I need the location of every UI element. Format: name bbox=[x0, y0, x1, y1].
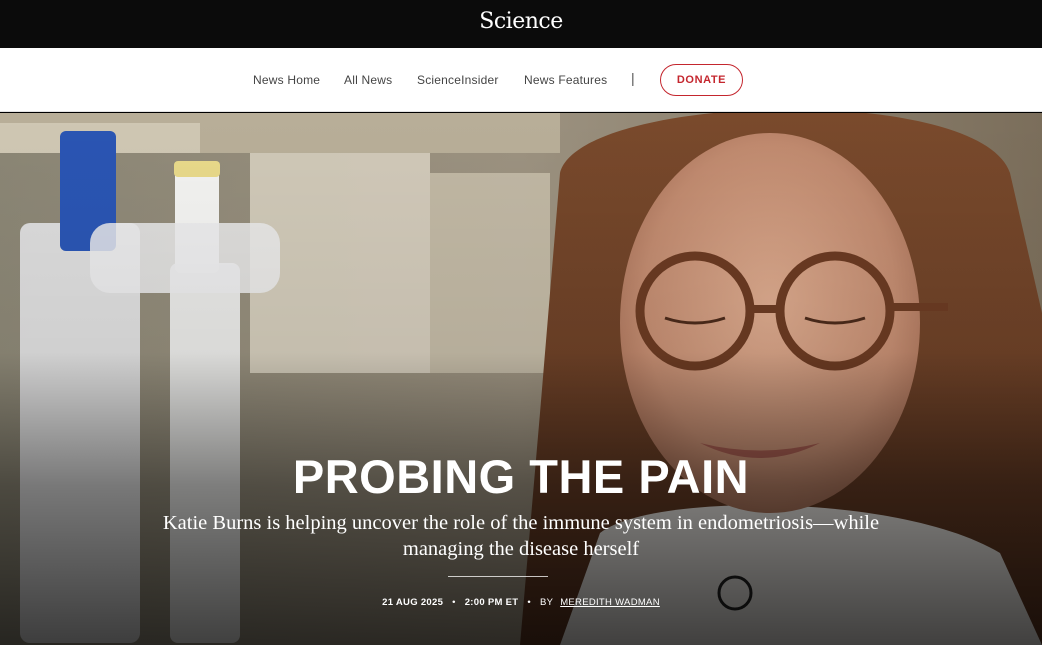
hero-section: PROBING THE PAIN Katie Burns is helping … bbox=[0, 113, 1042, 645]
byline-dot: • bbox=[452, 597, 456, 608]
nav-all-news[interactable]: All News bbox=[344, 73, 392, 87]
nav-news-features[interactable]: News Features bbox=[524, 73, 607, 87]
nav-scienceinsider[interactable]: ScienceInsider bbox=[417, 73, 499, 87]
nav-news-home[interactable]: News Home bbox=[253, 73, 320, 87]
science-logo[interactable]: Science bbox=[479, 9, 563, 34]
article-time: 2:00 PM ET bbox=[464, 597, 519, 608]
site-header: Science bbox=[0, 0, 1042, 48]
article-byline: 21 AUG 2025 • 2:00 PM ET • BY MEREDITH W… bbox=[0, 597, 1042, 608]
donate-button[interactable]: DONATE bbox=[660, 64, 743, 96]
nav-separator: | bbox=[631, 70, 635, 86]
hero-gradient-overlay bbox=[0, 113, 1042, 645]
article-headline: PROBING THE PAIN bbox=[292, 450, 750, 503]
article-date: 21 AUG 2025 bbox=[382, 597, 444, 608]
article-dek: Katie Burns is helping uncover the role … bbox=[162, 512, 880, 560]
byline-dot: • bbox=[527, 597, 531, 608]
headline-divider bbox=[448, 576, 548, 577]
author-link[interactable]: MEREDITH WADMAN bbox=[560, 597, 660, 608]
news-nav: News Home All News ScienceInsider News F… bbox=[0, 48, 1042, 112]
byline-prefix: BY bbox=[539, 597, 554, 608]
